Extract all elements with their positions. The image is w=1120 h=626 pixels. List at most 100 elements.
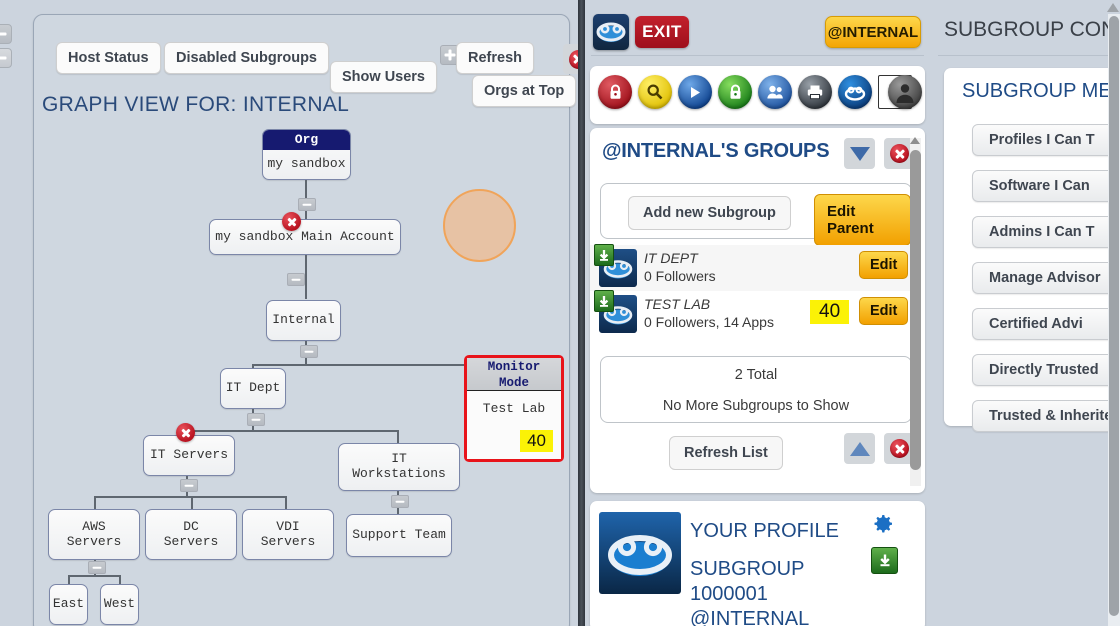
- edit-group-button[interactable]: Edit: [859, 251, 909, 279]
- refresh-list-button[interactable]: Refresh List: [669, 436, 783, 470]
- profile-avatar-icon[interactable]: [599, 512, 681, 594]
- tree-node-vdi-servers[interactable]: VDI Servers: [242, 509, 334, 560]
- groups-scrollbar-thumb[interactable]: [910, 150, 921, 470]
- filter-button[interactable]: [844, 138, 875, 169]
- tree-node-org-header: Org: [263, 130, 350, 150]
- tree-node-east[interactable]: East: [49, 584, 88, 625]
- edge-expand-button[interactable]: [0, 24, 12, 44]
- blue-users-icon[interactable]: [758, 75, 792, 109]
- groups-total-count: 2 Total: [734, 367, 778, 383]
- plus-icon: [0, 32, 7, 36]
- groups-total-box: 2 Total No More Subgroups to Show: [600, 356, 912, 423]
- menu-item-profiles-i-can-trust[interactable]: Profiles I Can T: [972, 124, 1120, 156]
- chevron-up-icon: [849, 441, 870, 456]
- edge-collapse-button[interactable]: [0, 48, 12, 68]
- group-list-item[interactable]: IT DEPT 0 Followers Edit: [590, 244, 919, 291]
- scroll-up-button[interactable]: [844, 433, 875, 464]
- tree-node-west[interactable]: West: [100, 584, 139, 625]
- group-subtitle: 0 Followers: [644, 268, 716, 284]
- tree-node-aws-servers[interactable]: AWS Servers: [48, 509, 140, 560]
- page-scrollbar-thumb[interactable]: [1109, 16, 1119, 616]
- account-badge[interactable]: @INTERNAL: [825, 16, 921, 48]
- edit-group-button[interactable]: Edit: [859, 297, 909, 325]
- yellow-search-icon[interactable]: [638, 75, 672, 109]
- group-list-item[interactable]: TEST LAB 0 Followers, 14 Apps 40 Edit: [590, 290, 919, 337]
- tree-link: [191, 496, 193, 510]
- panel-divider[interactable]: [578, 0, 585, 626]
- tree-node-org[interactable]: Org my sandbox: [262, 129, 351, 180]
- subgroup-config-title: SUBGROUP CONFIG: [944, 18, 1120, 41]
- tree-node-support-team-label: Support Team: [352, 527, 446, 543]
- tree-node-vdi-servers-label-1: VDI: [276, 518, 300, 534]
- minus-icon: [304, 350, 314, 353]
- download-icon[interactable]: [594, 290, 614, 312]
- menu-item-software-i-can-use[interactable]: Software I Can: [972, 170, 1120, 202]
- add-new-subgroup-button[interactable]: Add new Subgroup: [628, 196, 791, 230]
- group-count-badge: 40: [810, 300, 850, 324]
- gear-icon[interactable]: [871, 512, 895, 536]
- menu-item-certified-advisors[interactable]: Certified Advi: [972, 308, 1120, 340]
- tree-link: [285, 496, 287, 510]
- green-lock-icon[interactable]: [718, 75, 752, 109]
- chevron-down-icon: [849, 146, 870, 161]
- tree-node-main-account[interactable]: my sandbox Main Account: [209, 219, 401, 255]
- tree-node-internal[interactable]: Internal: [266, 300, 341, 341]
- tree-node-it-workstations-label-1: IT: [391, 451, 407, 467]
- collapse-toggle-internal[interactable]: [300, 345, 318, 358]
- blue-play-icon[interactable]: [678, 75, 712, 109]
- blue-cloud-icon[interactable]: [838, 75, 872, 109]
- tree-node-aws-servers-label-1: AWS: [82, 518, 106, 534]
- topbar-divider: [591, 55, 924, 56]
- tree-link: [94, 496, 286, 498]
- scrollbar-up-arrow-icon[interactable]: [910, 137, 920, 144]
- app-logo-icon[interactable]: [593, 14, 629, 50]
- red-lock-icon[interactable]: [598, 75, 632, 109]
- menu-item-directly-trusted[interactable]: Directly Trusted: [972, 354, 1120, 386]
- right-panel-divider: [938, 55, 1118, 56]
- tree-node-it-dept[interactable]: IT Dept: [220, 368, 286, 409]
- collapse-toggle-it-workstations[interactable]: [391, 495, 409, 508]
- error-badge-it-servers[interactable]: [176, 423, 195, 442]
- error-badge-main-account[interactable]: [282, 212, 301, 231]
- minus-icon: [92, 566, 102, 569]
- collapse-toggle-it-dept[interactable]: [247, 413, 265, 426]
- menu-item-trusted-and-inherited[interactable]: Trusted & Inherite: [972, 400, 1120, 432]
- tree-node-monitor-mode[interactable]: Monitor Mode Test Lab 40: [464, 355, 564, 462]
- collapse-toggle-main-account[interactable]: [287, 273, 305, 286]
- collapse-toggle-org[interactable]: [298, 198, 316, 211]
- scrollbar-up-arrow-icon[interactable]: [1107, 3, 1119, 12]
- menu-item-admins-i-can-trust[interactable]: Admins I Can T: [972, 216, 1120, 248]
- tree-node-it-workstations[interactable]: IT Workstations: [338, 443, 460, 491]
- tree-node-dc-servers-label-1: DC: [183, 518, 199, 534]
- tree-node-aws-servers-label-2: Servers: [66, 533, 122, 549]
- tree-node-east-label: East: [52, 596, 85, 612]
- tree-node-main-account-label: my sandbox Main Account: [215, 228, 395, 244]
- exit-button[interactable]: EXIT: [635, 16, 689, 48]
- menu-item-manage-advisors[interactable]: Manage Advisor: [972, 262, 1120, 294]
- tree-node-org-label: my sandbox: [267, 156, 346, 172]
- tree-node-dc-servers[interactable]: DC Servers: [145, 509, 237, 560]
- avatar-icon[interactable]: [888, 75, 922, 109]
- groups-title: @INTERNAL'S GROUPS: [602, 140, 830, 162]
- printer-icon[interactable]: [798, 75, 832, 109]
- profile-subgroup-id: 1000001: [690, 583, 768, 605]
- minus-icon: [291, 278, 301, 281]
- download-icon[interactable]: [871, 547, 898, 574]
- graph-card: Host Status Disabled Subgroups Refresh S…: [33, 14, 578, 626]
- edit-parent-button[interactable]: Edit Parent: [814, 194, 911, 246]
- tree-link: [186, 430, 398, 432]
- collapse-toggle-it-servers[interactable]: [180, 479, 198, 492]
- subgroup-menu-card: SUBGROUP MENU Profiles I Can T Software …: [944, 68, 1120, 432]
- tree-node-support-team[interactable]: Support Team: [346, 514, 452, 557]
- close-icon: [890, 144, 909, 163]
- profile-card: YOUR PROFILE SUBGROUP 1000001 @INTERNAL: [590, 501, 925, 626]
- add-subgroup-box: Add new Subgroup Edit Parent: [600, 183, 912, 246]
- org-tree: Org my sandbox my sandbox Main Account I…: [34, 15, 571, 626]
- tree-node-vdi-servers-label-2: Servers: [260, 533, 316, 549]
- monitor-mode-label: Test Lab: [482, 401, 546, 416]
- minus-icon: [184, 484, 194, 487]
- monitor-mode-body: Test Lab 40: [467, 391, 561, 459]
- collapse-toggle-aws-servers[interactable]: [88, 561, 106, 574]
- download-icon[interactable]: [594, 244, 614, 266]
- monitor-mode-header: Monitor Mode: [467, 358, 561, 391]
